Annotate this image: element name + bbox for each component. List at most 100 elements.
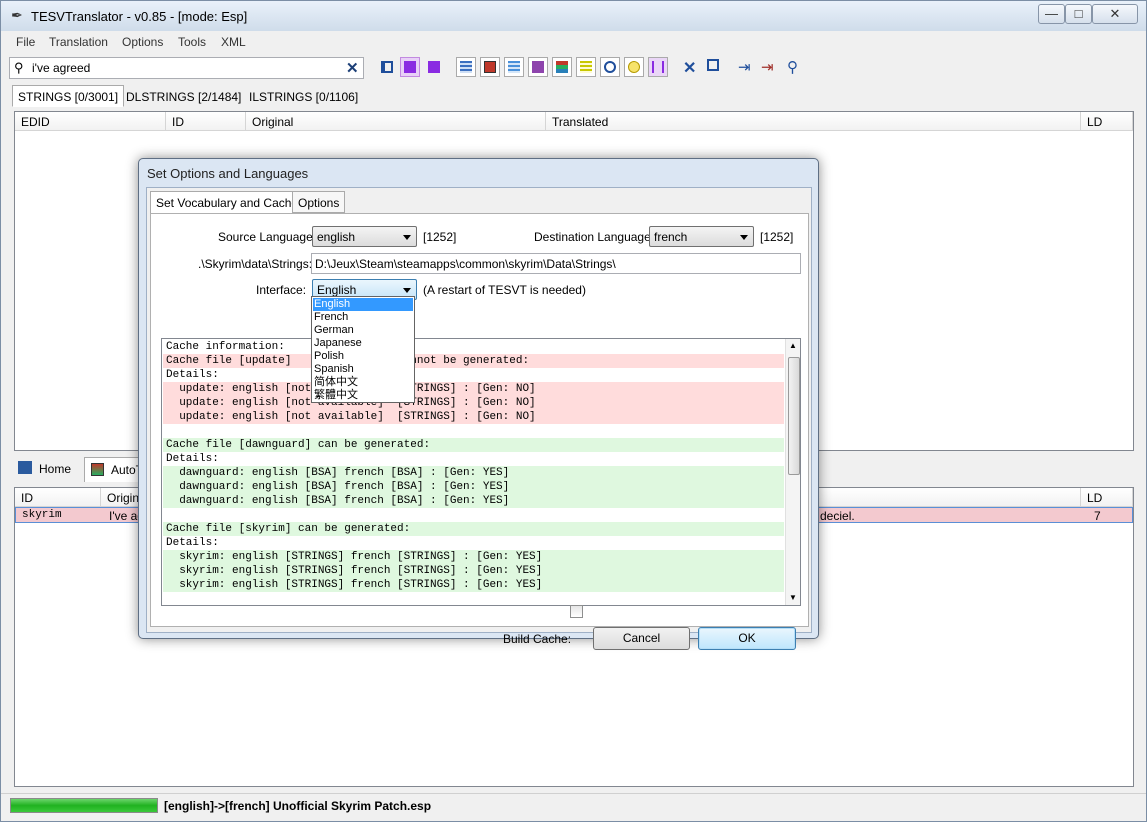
column-result-id[interactable]: ID bbox=[15, 488, 101, 507]
list-view-icon[interactable] bbox=[377, 57, 397, 77]
dialog-title: Set Options and Languages bbox=[147, 166, 309, 181]
ok-button[interactable]: OK bbox=[698, 627, 796, 650]
source-codepage: [1252] bbox=[423, 230, 457, 244]
dialog-client: Set Vocabulary and Cache Options Source … bbox=[146, 187, 812, 650]
column-original[interactable]: Original bbox=[246, 112, 546, 131]
chevron-down-icon bbox=[740, 235, 748, 240]
import-icon[interactable]: ⇥ bbox=[761, 58, 774, 76]
menu-tools[interactable]: Tools bbox=[178, 35, 206, 49]
tab-ilstrings[interactable]: ILSTRINGS [0/1106] bbox=[243, 85, 364, 107]
tab-dlstrings[interactable]: DLSTRINGS [2/1484] bbox=[120, 85, 247, 107]
dropdown-option[interactable]: 简体中文 bbox=[313, 376, 413, 389]
source-language-value: english bbox=[317, 230, 356, 244]
strings-path-label: .\Skyrim\data\Strings: bbox=[198, 257, 313, 271]
interface-value: English bbox=[317, 283, 357, 297]
lightbulb-icon[interactable] bbox=[624, 57, 644, 77]
fullscreen-icon[interactable] bbox=[707, 59, 719, 71]
grid-multicolor-icon[interactable] bbox=[552, 57, 572, 77]
menu-bar: File Translation Options Tools XML bbox=[1, 32, 1146, 53]
menu-file[interactable]: File bbox=[16, 35, 35, 49]
find-icon[interactable] bbox=[600, 57, 620, 77]
progress-bar bbox=[10, 798, 158, 813]
vertical-scrollbar[interactable]: ▲ ▼ bbox=[785, 339, 800, 605]
cache-line: Details: bbox=[166, 453, 219, 465]
cache-line bbox=[163, 508, 784, 522]
cache-line: dawnguard: english [BSA] french [BSA] : … bbox=[163, 466, 784, 480]
minimize-button[interactable]: — bbox=[1038, 4, 1065, 24]
row-translated: deciel. bbox=[820, 509, 855, 523]
source-language-select[interactable]: english bbox=[312, 226, 417, 247]
menu-xml[interactable]: XML bbox=[221, 35, 246, 49]
cache-line: update: english [not available] [STRINGS… bbox=[163, 396, 784, 410]
column-id[interactable]: ID bbox=[166, 112, 246, 131]
cache-line bbox=[163, 424, 784, 438]
cache-line: update: english [not available] [STRINGS… bbox=[163, 410, 784, 424]
progress-fill bbox=[11, 799, 157, 812]
scroll-up-icon[interactable]: ▲ bbox=[789, 341, 797, 350]
destination-language-label: Destination Language: bbox=[534, 230, 655, 244]
cache-line: Cache file [dawnguard] can be generated: bbox=[163, 438, 784, 452]
interface-dropdown-list[interactable]: English French German Japanese Polish Spanish… bbox=[311, 296, 415, 403]
cache-line: dawnguard: english [BSA] french [BSA] : … bbox=[163, 480, 784, 494]
destination-language-select[interactable]: french bbox=[649, 226, 754, 247]
prev-icon[interactable] bbox=[400, 57, 420, 77]
delete-icon[interactable]: ✕ bbox=[683, 58, 696, 78]
user-search-icon[interactable]: ⚲ bbox=[787, 58, 798, 76]
menu-translation[interactable]: Translation bbox=[49, 35, 108, 49]
destination-codepage: [1252] bbox=[760, 230, 794, 244]
scroll-down-icon[interactable]: ▼ bbox=[789, 593, 797, 602]
dropdown-option[interactable]: German bbox=[313, 324, 413, 337]
column-ld[interactable]: LD bbox=[1081, 112, 1133, 131]
grid-purple-icon[interactable] bbox=[528, 57, 548, 77]
tab-strings[interactable]: STRINGS [0/3001] bbox=[12, 85, 125, 107]
dropdown-option[interactable]: Japanese bbox=[313, 337, 413, 350]
string-tabs: STRINGS [0/3001] DLSTRINGS [2/1484] ILST… bbox=[1, 83, 1146, 107]
cache-line: Cache file [update] cannot be generated: bbox=[163, 354, 784, 368]
cache-info-box[interactable]: Cache information: Cache file [update] ca… bbox=[161, 338, 801, 606]
grid-red-icon[interactable] bbox=[480, 57, 500, 77]
cache-line: skyrim: english [STRINGS] french [STRING… bbox=[163, 564, 784, 578]
cache-line: Details: bbox=[166, 369, 219, 381]
row-ld: 7 bbox=[1094, 509, 1101, 523]
strings-path-field[interactable]: D:\Jeux\Steam\steamapps\common\skyrim\Da… bbox=[311, 253, 801, 274]
column-edid[interactable]: EDID bbox=[15, 112, 166, 131]
dropdown-option[interactable]: French bbox=[313, 311, 413, 324]
source-language-label: Source Language: bbox=[218, 230, 317, 244]
chevron-down-icon bbox=[403, 235, 411, 240]
dropdown-option[interactable]: English bbox=[313, 298, 413, 311]
autotranslate-icon bbox=[91, 463, 104, 476]
cache-line: Details: bbox=[166, 537, 219, 549]
status-text: [english]->[french] Unofficial Skyrim Pa… bbox=[164, 799, 432, 813]
cache-line: Cache information: bbox=[166, 341, 285, 353]
next-icon[interactable] bbox=[424, 57, 444, 77]
scroll-thumb[interactable] bbox=[788, 357, 800, 475]
build-cache-label: Build Cache: bbox=[503, 632, 572, 646]
cancel-button[interactable]: Cancel bbox=[593, 627, 690, 650]
tab-options[interactable]: Options bbox=[292, 191, 346, 213]
column-result-ld[interactable]: LD bbox=[1081, 488, 1133, 507]
brackets-icon[interactable] bbox=[648, 57, 668, 77]
dropdown-option[interactable]: Polish bbox=[313, 350, 413, 363]
app-icon: ✒ bbox=[11, 7, 23, 23]
export-icon[interactable]: ⇥ bbox=[738, 58, 751, 76]
tab-home[interactable]: Home bbox=[39, 462, 71, 476]
cache-line: update: english [not available] [STRINGS… bbox=[163, 382, 784, 396]
grid-blue-icon[interactable] bbox=[456, 57, 476, 77]
column-translated[interactable]: Translated bbox=[546, 112, 1081, 131]
toolbar: ✕ ⇥ ⇥ ⚲ bbox=[1, 53, 1146, 83]
options-dialog: Set Options and Languages Set Vocabulary… bbox=[138, 158, 819, 650]
home-icon bbox=[18, 461, 32, 474]
grid-yellow-icon[interactable] bbox=[576, 57, 596, 77]
window-title: TESVTranslator - v0.85 - [mode: Esp] bbox=[31, 9, 248, 24]
close-window-button[interactable]: ✕ bbox=[1092, 4, 1138, 24]
cache-line: dawnguard: english [BSA] french [BSA] : … bbox=[163, 494, 784, 508]
tab-vocabulary-cache[interactable]: Set Vocabulary and Cache bbox=[150, 191, 305, 214]
dropdown-option[interactable]: 繁體中文 bbox=[313, 389, 413, 402]
maximize-button[interactable]: □ bbox=[1065, 4, 1092, 24]
row-id: skyrim bbox=[22, 509, 62, 521]
build-cache-checkbox[interactable] bbox=[570, 605, 583, 618]
menu-options[interactable]: Options bbox=[122, 35, 163, 49]
dropdown-option[interactable]: Spanish bbox=[313, 363, 413, 376]
interface-label: Interface: bbox=[256, 283, 307, 297]
grid-lightblue-icon[interactable] bbox=[504, 57, 524, 77]
